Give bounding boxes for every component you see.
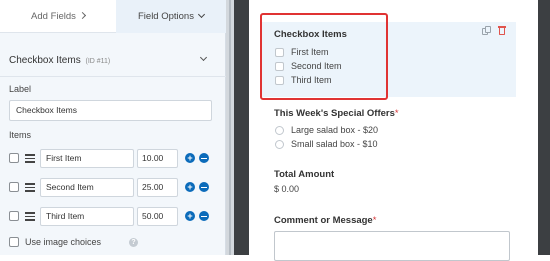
trash-icon[interactable] bbox=[498, 26, 506, 35]
field-name: Checkbox Items bbox=[9, 55, 81, 66]
duplicate-icon[interactable] bbox=[482, 26, 492, 36]
form-builder: Add Fields Field Options Checkbox Items … bbox=[0, 0, 550, 261]
item-value-input[interactable]: 50.00 bbox=[137, 207, 178, 226]
panel-divider-line bbox=[229, 0, 231, 255]
drag-handle-icon[interactable] bbox=[25, 212, 35, 221]
offers-field-title: This Week's Special Offers* bbox=[274, 108, 399, 119]
add-item-icon[interactable] bbox=[185, 182, 195, 192]
highlight-box bbox=[260, 13, 388, 100]
item-label-input[interactable]: Second Item bbox=[40, 178, 134, 197]
item-row-2: Second Item 25.00 bbox=[9, 178, 214, 198]
use-image-choices-checkbox[interactable] bbox=[9, 237, 19, 247]
item-value-input[interactable]: 10.00 bbox=[137, 149, 178, 168]
tab-field-options-label: Field Options bbox=[138, 11, 194, 22]
offer-option-label: Small salad box - $10 bbox=[291, 139, 378, 149]
item-label-input[interactable]: Third Item bbox=[40, 207, 134, 226]
item-default-checkbox[interactable] bbox=[9, 211, 19, 221]
chevron-right-icon bbox=[78, 11, 86, 20]
field-options-panel: Add Fields Field Options Checkbox Items … bbox=[0, 0, 226, 255]
total-field-title: Total Amount bbox=[274, 169, 335, 180]
tab-field-options[interactable]: Field Options bbox=[116, 0, 226, 33]
remove-item-icon[interactable] bbox=[199, 182, 209, 192]
add-item-icon[interactable] bbox=[185, 153, 195, 163]
drag-handle-icon[interactable] bbox=[25, 154, 35, 163]
remove-item-icon[interactable] bbox=[199, 153, 209, 163]
item-label-input[interactable]: First Item bbox=[40, 149, 134, 168]
item-row-3: Third Item 50.00 bbox=[9, 207, 214, 227]
comment-field-title: Comment or Message* bbox=[274, 215, 376, 226]
use-image-choices-option[interactable]: Use image choices ? bbox=[9, 237, 219, 251]
drag-handle-icon[interactable] bbox=[25, 183, 35, 192]
offer-radio[interactable] bbox=[275, 126, 284, 135]
required-marker: * bbox=[394, 108, 399, 119]
label-input[interactable]: Checkbox Items bbox=[9, 100, 212, 121]
offer-option-label: Large salad box - $20 bbox=[291, 125, 379, 135]
remove-item-icon[interactable] bbox=[199, 211, 209, 221]
offers-title-text: This Week's Special Offers bbox=[274, 108, 395, 119]
use-image-choices-label: Use image choices bbox=[25, 237, 102, 247]
panel-tabs: Add Fields Field Options bbox=[0, 0, 226, 33]
total-amount-value: $ 0.00 bbox=[274, 184, 300, 194]
item-default-checkbox[interactable] bbox=[9, 182, 19, 192]
required-marker: * bbox=[372, 215, 377, 226]
field-options-header[interactable]: Checkbox Items (ID #11) bbox=[0, 33, 226, 77]
tab-add-fields-label: Add Fields bbox=[31, 11, 76, 22]
label-caption: Label bbox=[9, 84, 32, 94]
collapse-chevron-icon[interactable] bbox=[199, 53, 208, 62]
help-icon[interactable]: ? bbox=[129, 238, 138, 247]
tab-add-fields[interactable]: Add Fields bbox=[0, 0, 116, 33]
field-id: (ID #11) bbox=[85, 58, 111, 65]
field-options-title: Checkbox Items (ID #11) bbox=[9, 55, 110, 66]
comment-textarea[interactable] bbox=[274, 231, 510, 261]
offer-radio[interactable] bbox=[275, 140, 284, 149]
chevron-down-icon bbox=[197, 10, 206, 19]
items-caption: Items bbox=[9, 130, 32, 140]
item-default-checkbox[interactable] bbox=[9, 153, 19, 163]
add-item-icon[interactable] bbox=[185, 211, 195, 221]
comment-title-text: Comment or Message bbox=[274, 215, 373, 226]
item-row-1: First Item 10.00 bbox=[9, 149, 214, 169]
item-value-input[interactable]: 25.00 bbox=[137, 178, 178, 197]
